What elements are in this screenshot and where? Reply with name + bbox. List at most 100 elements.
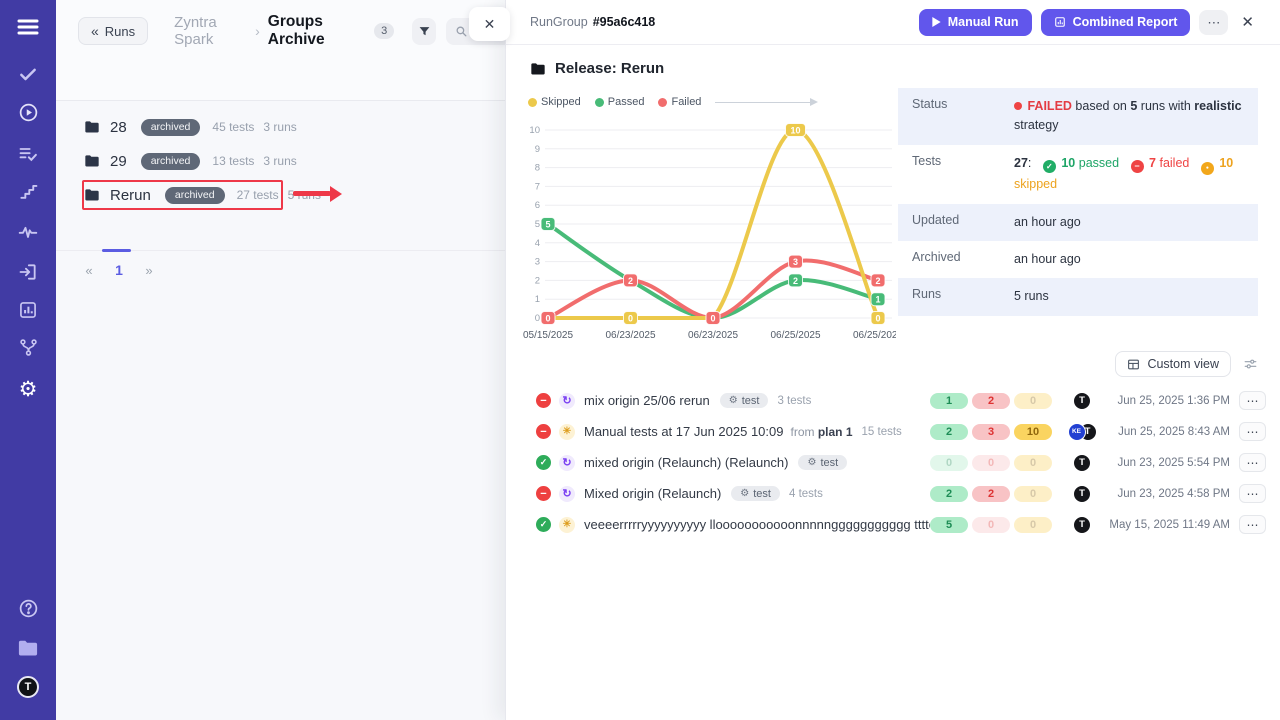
svg-text:0: 0 (710, 314, 715, 324)
breadcrumb-project[interactable]: Zyntra Spark (174, 14, 247, 48)
run-row-1[interactable]: mix origin 25/06 rerun test 3 tests 1 2 … (518, 385, 1266, 416)
avatar: T (1073, 392, 1091, 410)
manual-run-button[interactable]: Manual Run (919, 9, 1032, 36)
chart-legend: Skipped Passed Failed (528, 96, 816, 108)
breadcrumb: Zyntra Spark › Groups Archive 3 (174, 13, 394, 49)
list-overlay-close-button[interactable]: ✕ (469, 7, 510, 41)
run-name-area: mix origin 25/06 rerun test 3 tests (584, 393, 930, 408)
run-row-4[interactable]: Mixed origin (Relaunch) test 4 tests 2 2… (518, 478, 1266, 509)
breadcrumb-current-page: Groups Archive (268, 13, 366, 49)
run-date: Jun 25, 2025 1:36 PM (1108, 395, 1230, 407)
sidebar-settings-icon[interactable]: ⚙ (0, 377, 56, 402)
run-more-button[interactable]: ⋯ (1239, 515, 1266, 534)
test-tag-badge: test (720, 393, 769, 408)
manual-origin-icon (559, 424, 575, 440)
sidebar-analytics-icon[interactable] (0, 222, 56, 242)
run-date: Jun 23, 2025 4:58 PM (1108, 488, 1230, 500)
archived-value: an hour ago (1014, 250, 1244, 269)
svg-text:0: 0 (545, 314, 550, 324)
svg-text:2: 2 (628, 276, 633, 286)
result-pills: 2 2 0 (930, 486, 1052, 502)
sidebar-import-icon[interactable] (0, 262, 56, 282)
user-avatar[interactable]: T (0, 676, 56, 698)
run-passed-icon (536, 517, 551, 532)
run-row-5[interactable]: veeeerrrrryyyyyyyyyy llooooooooooonnnnng… (518, 509, 1266, 540)
sidebar-projects-icon[interactable] (0, 638, 56, 658)
passed-pill: 5 (930, 517, 968, 533)
groups-panel-controls: « Runs Zyntra Spark › Groups Archive 3 S… (78, 16, 505, 46)
pagination-prev-button[interactable]: « (74, 262, 104, 278)
folder-icon (84, 120, 100, 134)
filter-button[interactable] (412, 18, 436, 45)
skipped-dot-icon (1201, 162, 1214, 175)
group-runs-count: 3 runs (263, 154, 296, 168)
sidebar-branches-icon[interactable] (0, 338, 56, 357)
run-tests-count: 3 tests (777, 395, 811, 407)
run-name-area: mixed origin (Relaunch) (Relaunch) test (584, 455, 930, 470)
passed-pill: 2 (930, 486, 968, 502)
rungroup-title-text: Release: Rerun (555, 60, 664, 77)
group-row-28[interactable]: 28 archived 45 tests 3 runs (56, 110, 505, 144)
manual-origin-icon (559, 517, 575, 533)
run-more-button[interactable]: ⋯ (1239, 422, 1266, 441)
passed-pill: 2 (930, 424, 968, 440)
failed-dot-icon (658, 98, 667, 107)
back-to-runs-button[interactable]: « Runs (78, 17, 148, 45)
menu-hamburger-icon[interactable] (0, 18, 56, 36)
display-settings-icon[interactable] (1243, 357, 1258, 371)
run-more-button[interactable]: ⋯ (1239, 391, 1266, 410)
run-row-2[interactable]: Manual tests at 17 Jun 2025 10:09 from p… (518, 416, 1266, 447)
avatar: T (1073, 454, 1091, 472)
info-row-runs: Runs 5 runs (898, 278, 1258, 315)
filter-funnel-icon (418, 25, 431, 38)
group-name: 29 (110, 153, 127, 170)
failed-dot-icon (1014, 102, 1022, 110)
info-row-updated: Updated an hour ago (898, 204, 1258, 241)
run-failed-icon (536, 393, 551, 408)
sidebar-reports-icon[interactable] (0, 300, 56, 320)
sidebar-runs-icon[interactable] (0, 102, 56, 123)
manual-run-label: Manual Run (948, 15, 1019, 29)
archived-label: Archived (912, 250, 1014, 269)
svg-text:06/23/2025: 06/23/2025 (688, 330, 738, 341)
group-row-rerun[interactable]: Rerun archived 27 tests 5 runs (56, 178, 505, 212)
combined-report-button[interactable]: Combined Report (1041, 9, 1191, 36)
sidebar-help-icon[interactable] (0, 598, 56, 619)
pagination-next-button[interactable]: » (134, 262, 164, 278)
failed-pill: 0 (972, 455, 1010, 471)
runs-list: mix origin 25/06 rerun test 3 tests 1 2 … (518, 385, 1266, 540)
group-tests-count: 13 tests (212, 154, 254, 168)
rungroup-detail-panel: RunGroup #95a6c418 Manual Run Combined R… (505, 0, 1280, 720)
detail-more-button[interactable]: ⋯ (1199, 10, 1228, 35)
sidebar-milestones-icon[interactable] (0, 182, 56, 201)
group-row-29[interactable]: 29 archived 13 tests 3 runs (56, 144, 505, 178)
run-row-3[interactable]: mixed origin (Relaunch) (Relaunch) test … (518, 447, 1266, 478)
pagination-page-1-button[interactable]: 1 (104, 262, 134, 278)
groups-archive-panel: « Runs Zyntra Spark › Groups Archive 3 S… (56, 0, 505, 720)
pagination: « 1 » (56, 250, 505, 278)
group-tests-count: 45 tests (212, 120, 254, 134)
svg-text:5: 5 (535, 219, 540, 230)
run-date: May 15, 2025 11:49 AM (1108, 519, 1230, 531)
run-tests-count: 15 tests (862, 426, 902, 438)
avatar: T (1073, 516, 1091, 534)
skipped-pill: 10 (1014, 424, 1052, 440)
run-more-button[interactable]: ⋯ (1239, 453, 1266, 472)
result-pills: 1 2 0 (930, 393, 1052, 409)
run-name: Manual tests at 17 Jun 2025 10:09 (584, 424, 783, 439)
sidebar-plans-icon[interactable] (0, 144, 56, 164)
status-label: Status (912, 97, 1014, 136)
release-folder-icon (530, 62, 546, 76)
skipped-pill: 0 (1014, 486, 1052, 502)
group-runs-count: 3 runs (263, 120, 296, 134)
legend-failed: Failed (658, 96, 701, 108)
folder-icon (84, 188, 100, 202)
groups-count-badge: 3 (374, 23, 394, 39)
custom-view-button[interactable]: Custom view (1115, 351, 1231, 377)
run-date: Jun 23, 2025 5:54 PM (1108, 457, 1230, 469)
legend-skipped: Skipped (528, 96, 581, 108)
detail-close-button[interactable]: ✕ (1241, 13, 1254, 31)
sidebar-tests-icon[interactable] (0, 64, 56, 84)
failed-pill: 2 (972, 486, 1010, 502)
run-more-button[interactable]: ⋯ (1239, 484, 1266, 503)
